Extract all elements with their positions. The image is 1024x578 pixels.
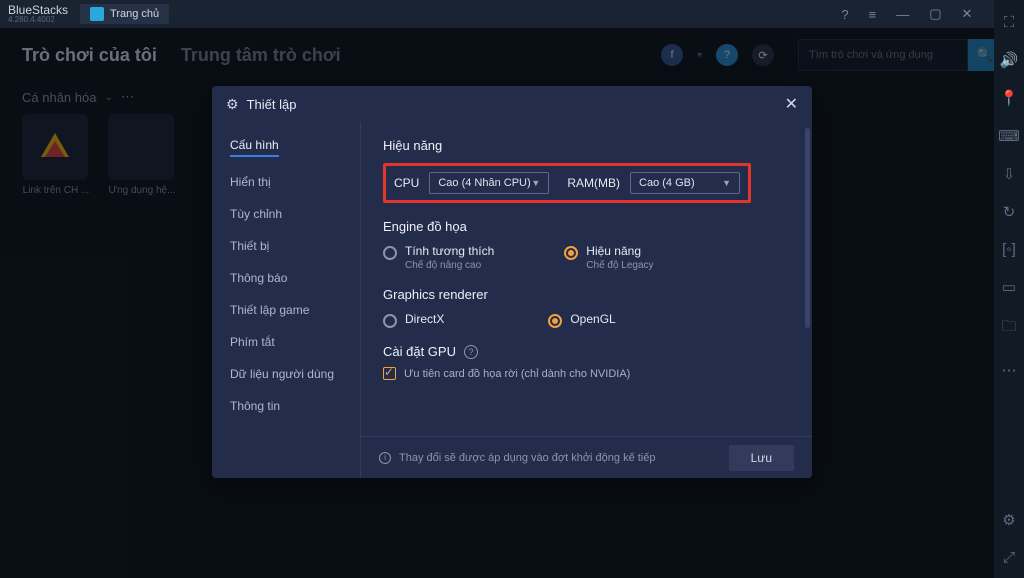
modal-header: ⚙ Thiết lập ✕ [212,86,812,122]
expand-icon[interactable]: ⤢ [1003,549,1015,566]
minimize-icon[interactable]: — [896,7,909,22]
section-gpu-title: Cài đặt GPU [383,344,456,359]
radio-checked-icon [548,314,562,328]
rotate-icon[interactable]: ↻ [1003,203,1016,221]
cpu-label: CPU [394,176,419,190]
record-icon[interactable]: ▭ [1002,278,1016,296]
radio-unchecked-icon [383,246,397,260]
sidebar-item-about[interactable]: Thông tin [230,399,360,413]
fullscreen-icon[interactable]: ⛶ [1004,14,1015,31]
engine-perf-sublabel: Chế độ Legacy [586,260,653,271]
checkbox-checked-icon [383,367,396,380]
radio-engine-perf[interactable]: Hiệu năng Chế độ Legacy [564,244,653,271]
install-icon[interactable]: ⇩ [1003,165,1016,183]
sidebar-item-config[interactable]: Cấu hình [230,138,279,157]
app-logo: BlueStacks 4.280.4.4002 [8,4,68,24]
ram-value: Cao (4 GB) [639,177,695,189]
opengl-label: OpenGL [570,312,615,326]
sidebar-item-userdata[interactable]: Dữ liệu người dùng [230,367,360,381]
gpu-checkbox-row[interactable]: Ưu tiên card đồ họa rời (chỉ dành cho NV… [383,367,790,380]
performance-settings-row: CPU Cao (4 Nhân CPU) ▼ RAM(MB) Cao (4 GB… [383,163,751,203]
radio-unchecked-icon [383,314,397,328]
more-icon[interactable]: ⋯ [1002,361,1017,379]
sidebar-item-gamesettings[interactable]: Thiết lập game [230,303,360,317]
radio-renderer-directx[interactable]: DirectX [383,312,444,328]
info-icon: i [379,452,391,464]
modal-footer: i Thay đổi sẽ được áp dụng vào đợt khởi … [361,436,812,478]
titlebar: BlueStacks 4.280.4.4002 Trang chủ ? ≡ — … [0,0,1024,28]
engine-compat-label: Tính tương thích [405,244,494,258]
radio-renderer-opengl[interactable]: OpenGL [548,312,615,328]
home-tab-label: Trang chủ [110,8,159,20]
window-controls: ? ≡ — ▢ ✕ ≪ [841,6,1016,22]
location-icon[interactable]: 📍 [1000,89,1019,107]
section-renderer-title: Graphics renderer [383,287,790,302]
gear-icon: ⚙ [226,96,239,113]
right-rail: ⛶ 🔊 📍 ⌨ ⇩ ↻ [◦] ▭ 🗀 ⋯ ⚙ ⤢ [994,0,1024,578]
sidebar-item-custom[interactable]: Tùy chỉnh [230,207,360,221]
sidebar-item-device[interactable]: Thiết bị [230,239,360,253]
volume-icon[interactable]: 🔊 [1000,51,1019,69]
close-window-icon[interactable]: ✕ [961,6,972,22]
scrollbar[interactable] [805,128,810,328]
sidebar-item-notify[interactable]: Thông báo [230,271,360,285]
close-icon[interactable]: ✕ [785,94,798,114]
settings-panel: Hiệu năng CPU Cao (4 Nhân CPU) ▼ RAM(MB)… [360,122,812,478]
footer-note: Thay đổi sẽ được áp dụng vào đợt khởi độ… [399,452,656,464]
radio-engine-compat[interactable]: Tính tương thích Chế độ nâng cao [383,244,494,271]
radio-checked-icon [564,246,578,260]
engine-perf-label: Hiệu năng [586,244,653,258]
ram-dropdown[interactable]: Cao (4 GB) ▼ [630,172,740,194]
settings-modal: ⚙ Thiết lập ✕ Cấu hình Hiển thị Tùy chỉn… [212,86,812,478]
help-icon[interactable]: ? [841,7,848,22]
section-engine-title: Engine đồ họa [383,219,790,234]
ram-label: RAM(MB) [567,176,620,190]
screenshot-icon[interactable]: [◦] [1002,241,1016,258]
help-icon[interactable]: ? [464,345,478,359]
cpu-value: Cao (4 Nhân CPU) [438,177,530,189]
settings-sidebar: Cấu hình Hiển thị Tùy chỉnh Thiết bị Thô… [212,122,360,478]
caret-down-icon: ▼ [722,178,731,188]
directx-label: DirectX [405,312,444,326]
caret-down-icon: ▼ [531,178,540,188]
modal-title: Thiết lập [247,97,297,112]
keyboard-icon[interactable]: ⌨ [998,127,1020,145]
sidebar-item-shortcuts[interactable]: Phím tắt [230,335,360,349]
save-button[interactable]: Lưu [729,445,794,471]
folder-icon[interactable]: 🗀 [1001,316,1016,341]
settings-icon[interactable]: ⚙ [1002,511,1015,529]
app-version: 4.280.4.4002 [8,16,68,24]
maximize-icon[interactable]: ▢ [929,6,941,22]
gpu-checkbox-label: Ưu tiên card đồ họa rời (chỉ dành cho NV… [404,368,630,380]
engine-compat-sublabel: Chế độ nâng cao [405,260,494,271]
section-perf-title: Hiệu năng [383,138,790,153]
cpu-dropdown[interactable]: Cao (4 Nhân CPU) ▼ [429,172,549,194]
menu-icon[interactable]: ≡ [869,7,877,22]
home-icon [90,7,104,21]
sidebar-item-display[interactable]: Hiển thị [230,175,360,189]
home-tab[interactable]: Trang chủ [80,4,169,24]
